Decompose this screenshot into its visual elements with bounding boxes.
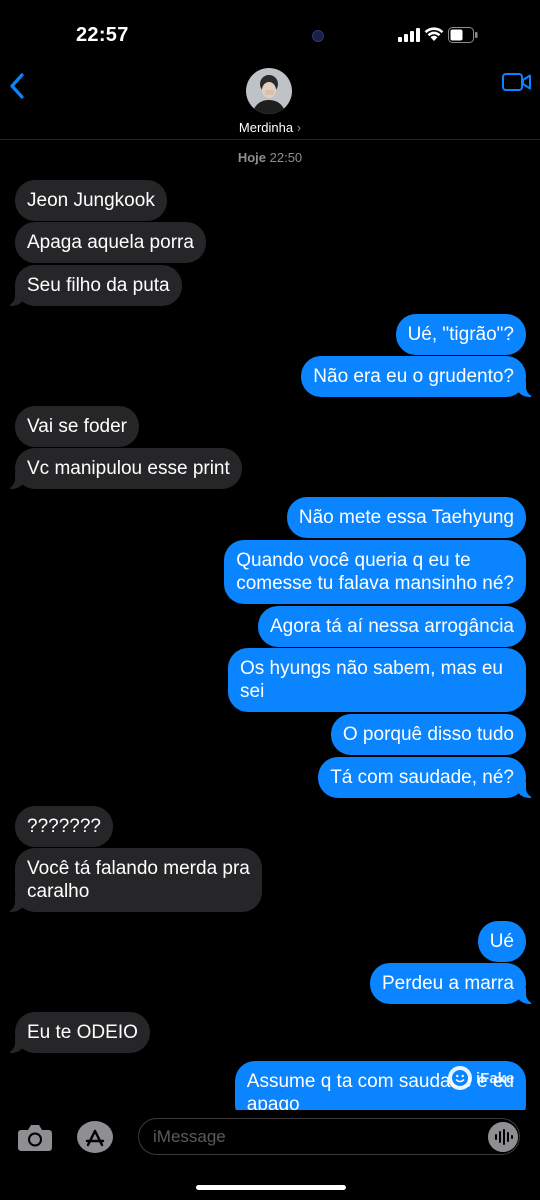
outgoing-message[interactable]: Agora tá aí nessa arrogância [258,606,526,647]
date-time: 22:50 [269,150,303,165]
app-store-icon[interactable] [76,1120,114,1154]
signal-icon [398,28,420,42]
outgoing-message[interactable]: Tá com saudade, né? [318,757,536,798]
screen-recording-indicator [312,30,324,42]
outgoing-message[interactable]: Os hyungs não sabem, mas eu sei [228,648,526,712]
outgoing-message[interactable]: Quando você queria q eu te comesse tu fa… [224,540,526,604]
wifi-icon [424,27,444,41]
outgoing-message[interactable]: O porquê disso tudo [330,714,526,755]
outgoing-message[interactable]: Não mete essa Taehyung [286,497,526,538]
outgoing-message[interactable]: Ué [477,921,526,962]
imessage-placeholder: iMessage [153,1127,226,1146]
imessage-input[interactable]: iMessage [138,1118,520,1155]
contact-name: Merdinha [238,120,294,135]
incoming-message[interactable]: Vai se foder [15,406,139,447]
incoming-message[interactable]: Jeon Jungkook [15,180,167,221]
outgoing-message[interactable]: Não era eu o grudento? [301,356,536,397]
smiley-icon [448,1066,472,1090]
chevron-right-icon: › [296,120,302,135]
conversation-header: Merdinha › [0,60,540,140]
incoming-message[interactable]: ??????? [15,806,113,847]
ifake-watermark: iFake [448,1064,514,1092]
facetime-video-icon[interactable] [502,72,532,92]
battery-icon [448,27,478,43]
home-indicator[interactable] [196,1185,346,1190]
camera-icon[interactable] [17,1122,53,1152]
incoming-message[interactable]: Apaga aquela porra [15,222,206,263]
audio-waveform-icon[interactable] [488,1122,518,1152]
incoming-message[interactable]: Você tá falando merda pra caralho [5,848,262,912]
watermark-text: iFake [476,1069,515,1087]
outgoing-message[interactable]: Perdeu a marra [369,963,537,1004]
date-stamp: Hoje 22:50 [0,150,540,165]
incoming-message[interactable]: Eu te ODEIO [5,1012,150,1053]
back-chevron-icon[interactable] [8,72,26,100]
contact-name-button[interactable]: Merdinha › [0,120,540,135]
contact-avatar[interactable] [246,68,292,114]
status-time: 22:57 [76,24,129,46]
outgoing-message[interactable]: Ué, "tigrão"? [395,314,526,355]
date-label: Hoje [237,150,266,165]
incoming-message[interactable]: Seu filho da puta [5,265,182,306]
incoming-message[interactable]: Vc manipulou esse print [5,448,242,489]
